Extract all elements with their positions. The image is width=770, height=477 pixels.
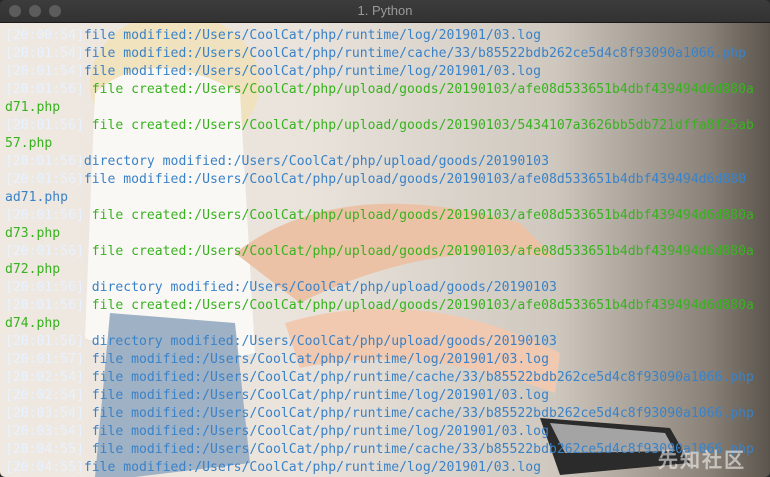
log-message: d71.php <box>5 100 61 115</box>
log-line: [20:01:56] directory modified:/Users/Coo… <box>5 333 767 351</box>
log-line: 57.php <box>5 135 767 153</box>
log-message: file modified:/Users/CoolCat/php/runtime… <box>83 460 542 475</box>
log-timestamp: [20:01:56] <box>5 208 84 223</box>
log-timestamp: [20:01:56] <box>5 172 84 187</box>
log-line: [20:01:56] directory modified:/Users/Coo… <box>5 279 767 297</box>
log-timestamp: [20:02:54] <box>5 370 84 385</box>
log-timestamp: [20:04:55] <box>5 460 84 475</box>
log-message: file created:/Users/CoolCat/php/upload/g… <box>83 82 754 97</box>
log-message: directory modified:/Users/CoolCat/php/up… <box>83 154 549 169</box>
log-line: [20:01:57] file modified:/Users/CoolCat/… <box>5 351 767 369</box>
log-line: [20:03:54] file modified:/Users/CoolCat/… <box>5 423 767 441</box>
log-message: file modified:/Users/CoolCat/php/runtime… <box>83 28 542 43</box>
log-message: file modified:/Users/CoolCat/php/runtime… <box>83 424 549 439</box>
log-message: file modified:/Users/CoolCat/php/runtime… <box>83 406 754 421</box>
log-timestamp: [20:01:56] <box>5 298 84 313</box>
log-message: directory modified:/Users/CoolCat/php/up… <box>83 280 557 295</box>
log-line: [20:04:55] file modified:/Users/CoolCat/… <box>5 441 767 459</box>
log-timestamp: [20:03:54] <box>5 406 84 421</box>
log-line: [20:01:56] file created:/Users/CoolCat/p… <box>5 243 767 261</box>
log-line: [20:01:56]directory modified:/Users/Cool… <box>5 153 767 171</box>
log-message: file modified:/Users/CoolCat/php/runtime… <box>83 370 754 385</box>
log-message: d72.php <box>5 262 61 277</box>
log-message: 57.php <box>5 136 53 151</box>
log-line: [20:01:56]file modified:/Users/CoolCat/p… <box>5 171 767 189</box>
log-message: d74.php <box>5 316 61 331</box>
log-line: [20:01:56] file created:/Users/CoolCat/p… <box>5 81 767 99</box>
log-timestamp: [20:04:55] <box>5 442 84 457</box>
log-line: d72.php <box>5 261 767 279</box>
log-timestamp: [20:01:54] <box>5 64 84 79</box>
log-timestamp: [20:01:56] <box>5 154 84 169</box>
log-message: d73.php <box>5 226 61 241</box>
log-message: file created:/Users/CoolCat/php/upload/g… <box>83 118 754 133</box>
log-line: [20:01:56] file created:/Users/CoolCat/p… <box>5 207 767 225</box>
log-line: [20:01:54]file modified:/Users/CoolCat/p… <box>5 45 767 63</box>
log-timestamp: [20:01:56] <box>5 118 84 133</box>
log-line: ad71.php <box>5 189 767 207</box>
watermark: 先知社区 <box>658 448 746 472</box>
log-message: ad71.php <box>5 190 69 205</box>
log-timestamp: [20:03:54] <box>5 424 84 439</box>
log-line: [20:02:54] file modified:/Users/CoolCat/… <box>5 369 767 387</box>
log-timestamp: [20:01:56] <box>5 334 84 349</box>
log-line: [20:03:54] file modified:/Users/CoolCat/… <box>5 405 767 423</box>
log-timestamp: [20:01:56] <box>5 244 84 259</box>
log-message: file modified:/Users/CoolCat/php/runtime… <box>83 46 747 61</box>
log-line: [20:02:54] file modified:/Users/CoolCat/… <box>5 387 767 405</box>
log-line: [20:01:56] file created:/Users/CoolCat/p… <box>5 117 767 135</box>
log-line: [20:01:54]file modified:/Users/CoolCat/p… <box>5 63 767 81</box>
log-message: directory modified:/Users/CoolCat/php/up… <box>83 334 557 349</box>
log-timestamp: [20:02:54] <box>5 388 84 403</box>
title-bar[interactable]: 1. Python <box>0 0 770 23</box>
log-timestamp: [20:01:57] <box>5 352 84 367</box>
log-line: [20:04:55]file modified:/Users/CoolCat/p… <box>5 459 767 477</box>
log-message: file modified:/Users/CoolCat/php/runtime… <box>83 64 542 79</box>
log-message: file created:/Users/CoolCat/php/upload/g… <box>83 208 754 223</box>
log-timestamp: [20:01:54] <box>5 46 84 61</box>
log-message: file modified:/Users/CoolCat/php/runtime… <box>83 388 549 403</box>
log-message: file created:/Users/CoolCat/php/upload/g… <box>83 298 754 313</box>
window-title: 1. Python <box>357 3 413 18</box>
log-timestamp: [20:01:56] <box>5 280 84 295</box>
log-message: file modified:/Users/CoolCat/php/upload/… <box>83 172 747 187</box>
log-line: d71.php <box>5 99 767 117</box>
log-message: file modified:/Users/CoolCat/php/runtime… <box>83 442 754 457</box>
log-timestamp: [20:01:56] <box>5 82 84 97</box>
log-line: d74.php <box>5 315 767 333</box>
log-line: [20:01:56] file created:/Users/CoolCat/p… <box>5 297 767 315</box>
log-message: file modified:/Users/CoolCat/php/runtime… <box>83 352 549 367</box>
log-timestamp: [20:00:54] <box>5 28 84 43</box>
log-line: [20:00:54]file modified:/Users/CoolCat/p… <box>5 27 767 45</box>
log-message: file created:/Users/CoolCat/php/upload/g… <box>83 244 754 259</box>
terminal-window: 1. Python [20:00:54]file modified:/Users… <box>0 0 770 477</box>
terminal-output[interactable]: [20:00:54]file modified:/Users/CoolCat/p… <box>5 27 767 477</box>
log-line: d73.php <box>5 225 767 243</box>
